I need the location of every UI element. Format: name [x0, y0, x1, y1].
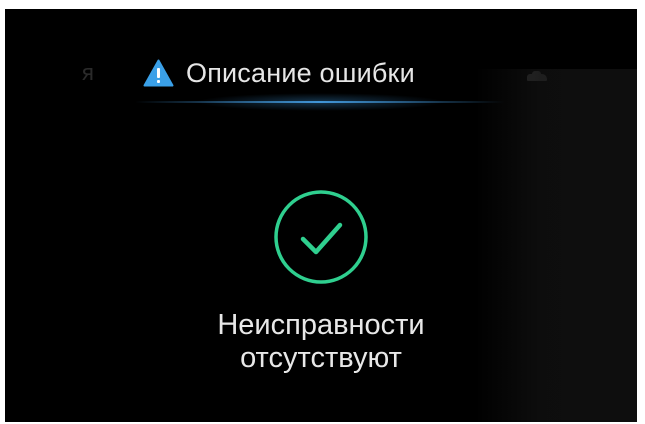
tab-bar: я Описание ошибки — [5, 49, 637, 111]
tab-error-description[interactable]: Описание ошибки — [143, 55, 415, 91]
status-line-2: отсутствуют — [240, 342, 402, 374]
tab-previous[interactable]: я — [81, 61, 94, 86]
check-circle-icon — [274, 190, 368, 284]
infotainment-screen: я Описание ошибки Неисправности отсутств… — [5, 9, 637, 422]
status-message: Неисправности отсутствуют — [5, 309, 637, 375]
page-title: Описание ошибки — [186, 57, 415, 88]
status-line-1: Неисправности — [217, 309, 425, 341]
warning-triangle-icon — [143, 59, 174, 87]
active-tab-indicator — [135, 101, 505, 103]
car-icon[interactable] — [527, 71, 547, 83]
